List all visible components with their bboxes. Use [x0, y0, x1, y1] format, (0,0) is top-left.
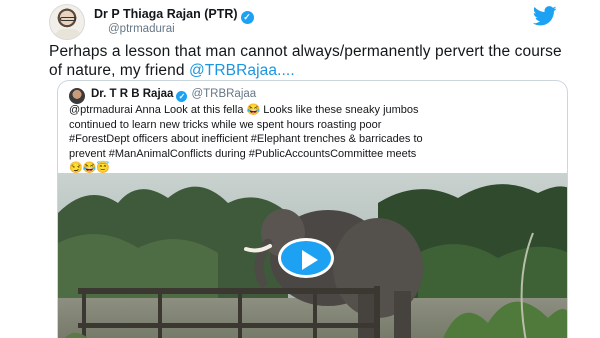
quoted-text-line: prevent #ManAnimalConflicts during #Publ…: [69, 147, 417, 160]
tweet-body: Perhaps a lesson that man cannot always/…: [49, 43, 562, 79]
quoted-author-name: Dr. T R B Rajaa: [91, 88, 174, 100]
author-handle[interactable]: @ptrmadurai: [108, 23, 175, 35]
verified-badge-icon: ✓: [176, 91, 188, 102]
avatar-glasses: [60, 17, 76, 21]
quoted-author-avatar[interactable]: [69, 88, 85, 104]
quoted-tweet[interactable]: Dr. T R B Rajaa ✓ @TRBRajaa @ptrmadurai An…: [57, 80, 568, 338]
play-button-icon[interactable]: [278, 238, 334, 278]
tweet-card: Dr P Thiaga Rajan (PTR) ✓ @ptrmadurai Per…: [0, 0, 600, 338]
quoted-text-line: @ptrmadurai Anna Look at this fella 😂 Lo…: [69, 104, 419, 116]
author-name[interactable]: Dr P Thiaga Rajan (PTR) ✓: [94, 7, 254, 24]
quoted-author[interactable]: Dr. T R B Rajaa ✓ @TRBRajaa: [91, 88, 256, 102]
quoted-tweet-text: @ptrmadurai Anna Look at this fella 😂 Lo…: [69, 103, 561, 176]
quoted-text-line: continued to learn new tricks while we s…: [69, 118, 382, 131]
verified-badge-icon: ✓: [240, 11, 254, 24]
tweet-text: Perhaps a lesson that man cannot always/…: [49, 42, 569, 80]
mention-link[interactable]: @TRBRajaa: [189, 62, 277, 79]
twitter-bird-icon[interactable]: [533, 6, 557, 26]
author-avatar[interactable]: [49, 4, 85, 40]
quoted-author-handle: @TRBRajaa: [191, 88, 257, 100]
quoted-text-line: #ForestDept officers about inefficient #…: [69, 133, 423, 145]
author-name-text: Dr P Thiaga Rajan (PTR): [94, 7, 238, 21]
avatar-shirt: [54, 29, 82, 39]
truncation-ellipsis: ....: [277, 62, 295, 79]
